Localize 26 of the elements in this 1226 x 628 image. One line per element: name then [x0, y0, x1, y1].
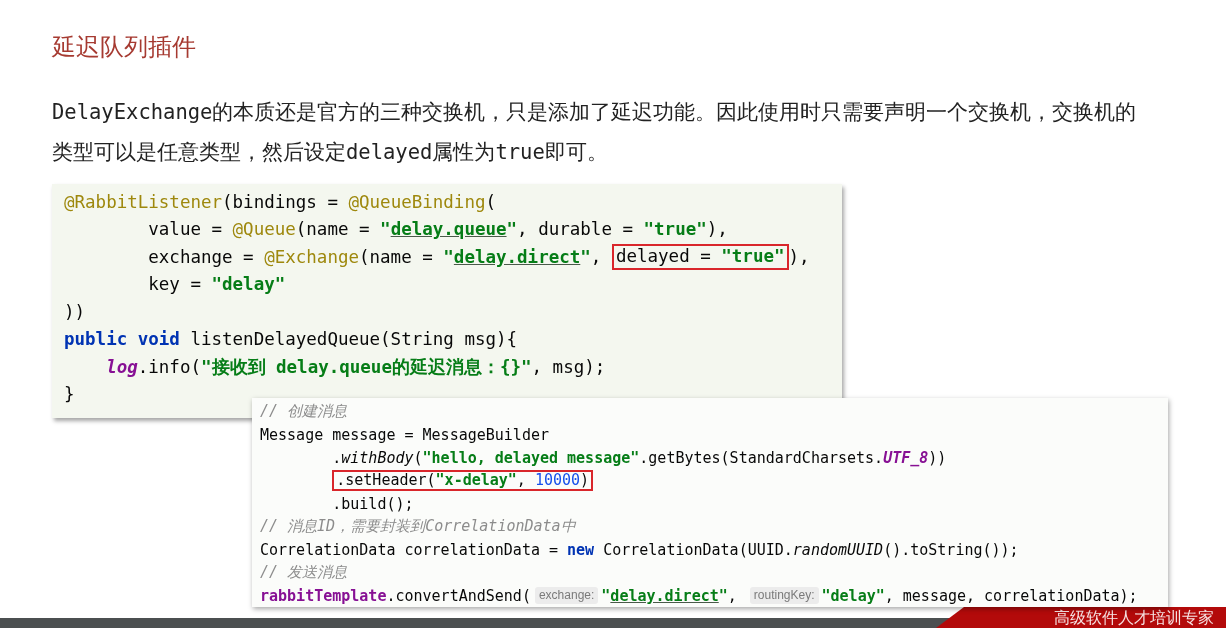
slide-title: 延迟队列插件 [52, 32, 196, 63]
code-line: key = "delay" [148, 274, 286, 295]
parameter-hint: routingKey: [749, 587, 819, 604]
code-line: Message message = MessageBuilder [260, 425, 549, 444]
code-line: // 消息ID，需要封装到CorrelationData中 [260, 517, 576, 536]
highlight-box: .setHeader("x-delay", 10000) [332, 470, 594, 491]
code-line: .build(); [332, 494, 414, 513]
code-line: exchange = @Exchange(name = "delay.direct", [148, 246, 603, 267]
slogan-banner: 高级软件人才培训专家 [936, 607, 1226, 628]
code-line: "delay.direct", [601, 586, 738, 605]
code-line: value = @Queue(name = "delay.queue", durable = "true"), [148, 219, 728, 240]
code-line: // 发送消息 [260, 563, 348, 582]
code-line: log.info("接收到 delay.queue的延迟消息：{}", msg); [106, 355, 606, 379]
code-line: "delay", message, correlationData); [821, 586, 1138, 605]
code-line: ), [788, 246, 810, 267]
code-line: CorrelationData correlationData = new CorrelationData(UUID.randomUUID().toString()); [260, 540, 1019, 559]
code-line: } [64, 384, 75, 405]
code-line: public void listenDelayedQueue(String msg){ [64, 329, 518, 350]
parameter-hint: exchange: [534, 587, 599, 604]
code-line: .withBody("hello, delayed message".getBytes(StandardCharsets.UTF_8)) [332, 448, 947, 467]
code-line: // 创建消息 [260, 402, 348, 421]
code-line: rabbitTemplate.convertAndSend( [260, 586, 531, 605]
description-text: DelayExchange的本质还是官方的三种交换机，只是添加了延迟功能。因此使用时只需要声明一个交换机，交换机的类型可以是任意类型，然后设定delayed属性为true即可。 [52, 99, 1138, 166]
highlight-box: delayed = "true" [611, 244, 789, 270]
code-line: )) [64, 301, 86, 322]
code-line: @RabbitListener(bindings = @QueueBinding( [64, 191, 496, 212]
